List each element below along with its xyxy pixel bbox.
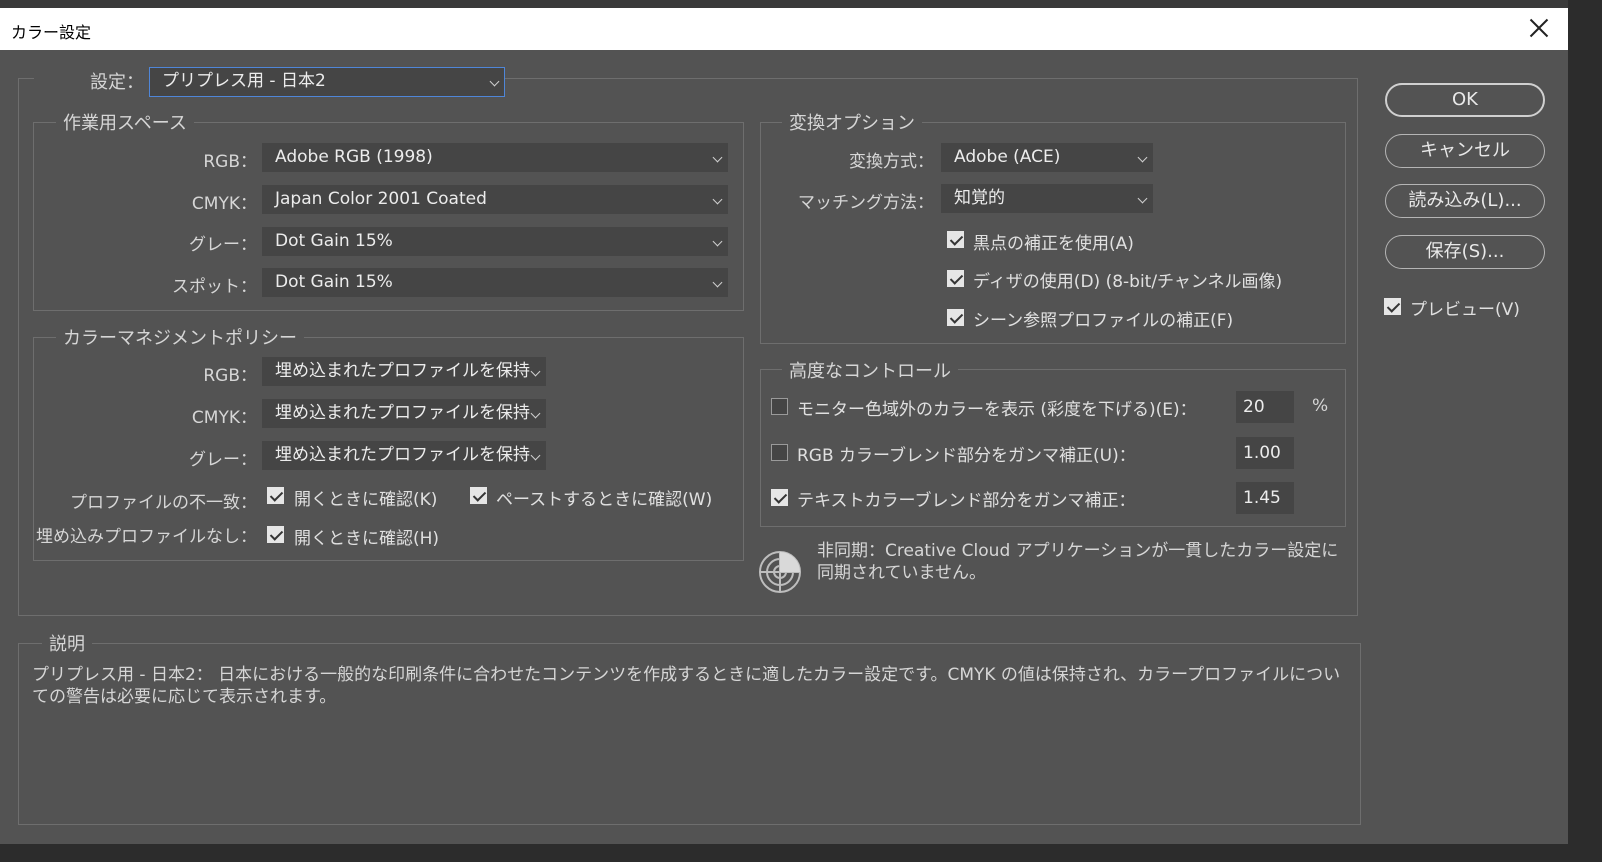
desaturate-checkbox[interactable] xyxy=(771,398,788,415)
chevron-down-icon xyxy=(712,194,723,205)
ws-rgb-value: Adobe RGB (1998) xyxy=(275,147,433,167)
ws-rgb-select[interactable]: Adobe RGB (1998) xyxy=(262,143,728,172)
policy-rgb-select[interactable]: 埋め込まれたプロファイルを保持 xyxy=(262,357,546,386)
close-icon[interactable] xyxy=(1526,15,1552,41)
advanced-title: 高度なコントロール xyxy=(782,357,958,383)
preview-label[interactable]: プレビュー(V) xyxy=(1410,295,1520,320)
blend-rgb-input[interactable]: 1.00 xyxy=(1236,437,1294,469)
intent-label: マッチング方法： xyxy=(798,193,934,213)
mismatch-paste-label[interactable]: ペーストするときに確認(W) xyxy=(496,485,712,510)
blend-text-value: 1.45 xyxy=(1243,488,1281,508)
chevron-down-icon xyxy=(530,408,541,419)
blend-text-checkbox[interactable] xyxy=(771,489,788,506)
desaturate-unit: % xyxy=(1312,396,1329,416)
sync-status-icon xyxy=(759,551,801,593)
mismatch-paste-checkbox[interactable] xyxy=(470,487,487,504)
mismatch-label: プロファイルの不一致： xyxy=(70,493,257,513)
policies-title: カラーマネジメントポリシー xyxy=(56,324,304,350)
blend-rgb-label[interactable]: RGB カラーブレンド部分をガンマ補正(U)： xyxy=(797,441,1136,466)
mismatch-open-label[interactable]: 開くときに確認(K) xyxy=(294,485,437,510)
chevron-down-icon xyxy=(1137,152,1148,163)
blend-text-input[interactable]: 1.45 xyxy=(1236,482,1294,514)
right-edge xyxy=(1568,0,1602,862)
load-button[interactable]: 読み込み(L)... xyxy=(1385,184,1545,218)
description-text: プリプレス用 - 日本2： 日本における一般的な印刷条件に合わせたコンテンツを作… xyxy=(32,665,1341,707)
ws-spot-value: Dot Gain 15% xyxy=(275,272,393,292)
settings-select[interactable]: プリプレス用 - 日本2 xyxy=(149,67,505,97)
policy-rgb-value: 埋め込まれたプロファイルを保持 xyxy=(275,361,530,381)
ws-spot-label: スポット： xyxy=(172,277,257,297)
blend-text-label[interactable]: テキストカラーブレンド部分をガンマ補正： xyxy=(797,486,1135,511)
bottom-edge xyxy=(0,844,1568,862)
ws-rgb-label: RGB： xyxy=(203,152,257,172)
save-button[interactable]: 保存(S)... xyxy=(1385,235,1545,269)
ws-gray-value: Dot Gain 15% xyxy=(275,231,393,251)
missing-open-label[interactable]: 開くときに確認(H) xyxy=(294,524,439,549)
intent-select[interactable]: 知覚的 xyxy=(941,184,1153,213)
engine-select[interactable]: Adobe (ACE) xyxy=(941,143,1153,172)
black-point-checkbox[interactable] xyxy=(947,231,964,248)
blend-rgb-value: 1.00 xyxy=(1243,443,1281,463)
ws-cmyk-value: Japan Color 2001 Coated xyxy=(275,189,487,209)
engine-value: Adobe (ACE) xyxy=(954,147,1061,167)
chevron-down-icon xyxy=(530,450,541,461)
scene-referred-checkbox[interactable] xyxy=(947,309,964,326)
blend-rgb-checkbox[interactable] xyxy=(771,444,788,461)
chevron-down-icon xyxy=(530,366,541,377)
chevron-down-icon xyxy=(1137,193,1148,204)
desaturate-label[interactable]: モニター色域外のカラーを表示 (彩度を下げる)(E)： xyxy=(797,395,1197,420)
preview-checkbox[interactable] xyxy=(1384,298,1401,315)
mismatch-open-checkbox[interactable] xyxy=(267,487,284,504)
ws-cmyk-select[interactable]: Japan Color 2001 Coated xyxy=(262,185,728,214)
chevron-down-icon xyxy=(712,236,723,247)
policy-gray-value: 埋め込まれたプロファイルを保持 xyxy=(275,445,530,465)
policy-cmyk-value: 埋め込まれたプロファイルを保持 xyxy=(275,403,530,423)
desaturate-input[interactable]: 20 xyxy=(1236,391,1294,423)
chevron-down-icon xyxy=(489,76,500,87)
policy-rgb-label: RGB： xyxy=(203,366,257,386)
scene-referred-label[interactable]: シーン参照プロファイルの補正(F) xyxy=(973,306,1233,331)
missing-profile-label: 埋め込みプロファイルなし： xyxy=(36,527,257,547)
title-bar: カラー設定 xyxy=(0,8,1568,50)
chevron-down-icon xyxy=(712,152,723,163)
window-title: カラー設定 xyxy=(11,23,92,42)
ws-gray-label: グレー： xyxy=(189,235,257,255)
ok-button[interactable]: OK xyxy=(1385,83,1545,117)
desaturate-value: 20 xyxy=(1243,397,1265,417)
policy-gray-label: グレー： xyxy=(189,450,257,470)
black-point-label[interactable]: 黒点の補正を使用(A) xyxy=(973,229,1134,254)
dither-checkbox[interactable] xyxy=(947,270,964,287)
conversion-title: 変換オプション xyxy=(782,109,922,135)
intent-value: 知覚的 xyxy=(954,188,1005,208)
settings-label: 設定： xyxy=(90,72,144,93)
settings-value: プリプレス用 - 日本2 xyxy=(162,71,326,91)
policy-gray-select[interactable]: 埋め込まれたプロファイルを保持 xyxy=(262,441,546,470)
cancel-button[interactable]: キャンセル xyxy=(1385,134,1545,168)
sync-status-text: 非同期：Creative Cloud アプリケーションが一貫したカラー設定に同期… xyxy=(817,541,1339,583)
ws-cmyk-label: CMYK： xyxy=(191,194,257,214)
dither-label[interactable]: ディザの使用(D) (8-bit/チャンネル画像) xyxy=(973,267,1282,292)
policy-cmyk-label: CMYK： xyxy=(191,408,257,428)
description-title: 説明 xyxy=(42,630,92,656)
missing-open-checkbox[interactable] xyxy=(267,526,284,543)
policy-cmyk-select[interactable]: 埋め込まれたプロファイルを保持 xyxy=(262,399,546,428)
chevron-down-icon xyxy=(712,277,723,288)
working-spaces-title: 作業用スペース xyxy=(56,109,194,135)
ws-gray-select[interactable]: Dot Gain 15% xyxy=(262,227,728,256)
ws-spot-select[interactable]: Dot Gain 15% xyxy=(262,268,728,297)
engine-label: 変換方式： xyxy=(849,152,934,172)
